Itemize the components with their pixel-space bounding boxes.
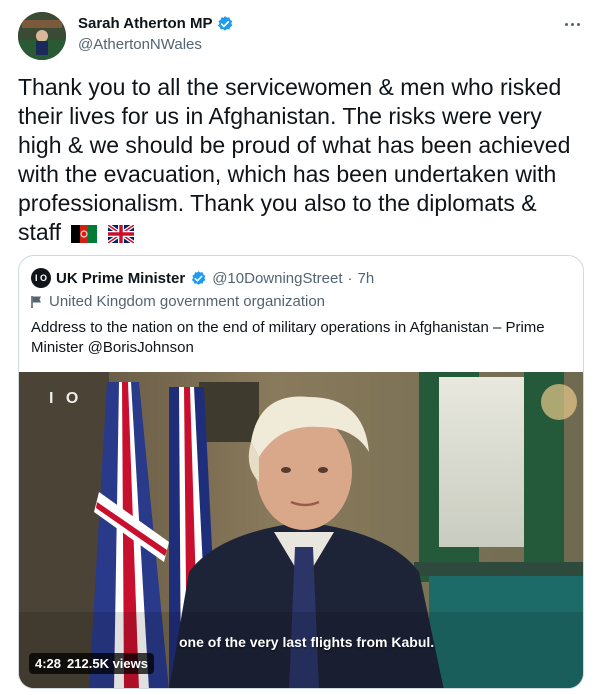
dot-separator: · — [347, 269, 353, 287]
video-views: 212.5K views — [67, 656, 148, 671]
quoted-timestamp[interactable]: 7h — [358, 270, 375, 287]
government-org-label: United Kingdom government organization — [31, 293, 325, 310]
verified-badge-icon — [218, 16, 233, 31]
more-options-icon[interactable] — [561, 14, 583, 34]
quoted-avatar[interactable]: I O — [31, 268, 51, 288]
quoted-header: I O UK Prime Minister @10DowningStreet ·… — [31, 268, 374, 288]
tweet-body: Thank you to all the servicewomen & men … — [18, 74, 571, 245]
video-stats-badge: 4:28 212.5K views — [29, 653, 154, 674]
video-duration: 4:28 — [35, 656, 62, 671]
author-handle[interactable]: @AthertonNWales — [78, 35, 234, 55]
flag-united-kingdom-icon — [107, 225, 134, 243]
video-watermark: I O — [49, 390, 83, 407]
tweet-text: Thank you to all the servicewomen & men … — [18, 73, 578, 247]
author-name[interactable]: Sarah Atherton MP — [78, 15, 212, 33]
author-block: Sarah Atherton MP @AthertonNWales — [78, 15, 234, 55]
quoted-author-handle[interactable]: @10DowningStreet — [212, 270, 342, 287]
flag-icon — [31, 295, 41, 308]
author-avatar[interactable] — [18, 12, 66, 60]
video-player[interactable]: I O one of the very last flights from Ka… — [19, 372, 583, 688]
video-caption: one of the very last flights from Kabul. — [179, 634, 435, 650]
quoted-author-name[interactable]: UK Prime Minister — [56, 270, 185, 287]
author-name-row[interactable]: Sarah Atherton MP — [78, 15, 234, 33]
quoted-text: Address to the nation on the end of mili… — [31, 319, 545, 356]
quoted-tweet[interactable]: I O UK Prime Minister @10DowningStreet ·… — [18, 255, 584, 689]
flag-afghanistan-icon — [71, 225, 98, 243]
government-org-text: United Kingdom government organization — [49, 293, 325, 310]
verified-badge-icon — [191, 270, 206, 285]
